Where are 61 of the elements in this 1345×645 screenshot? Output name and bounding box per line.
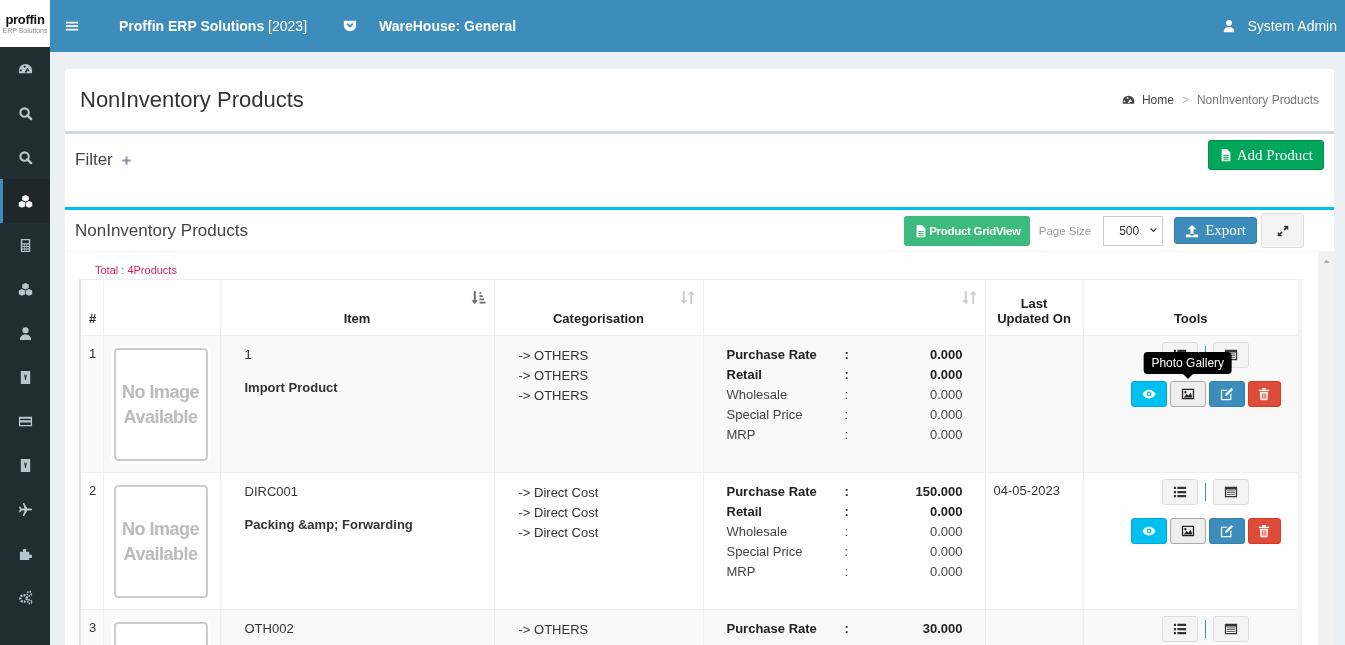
category-text: -> Direct Cost bbox=[518, 504, 600, 522]
item-name: Packing &amp; Forwarding bbox=[244, 517, 414, 532]
price-separator: : bbox=[844, 543, 850, 561]
category-text: -> OTHERS bbox=[518, 347, 590, 365]
category-text: -> OTHERS bbox=[518, 621, 590, 639]
price-label: Special Price bbox=[726, 543, 804, 561]
price-separator: : bbox=[844, 503, 850, 521]
price-value: 0.000 bbox=[928, 386, 963, 404]
updated-date: 04-05-2023 bbox=[993, 483, 1060, 498]
price-label: Purchase Rate bbox=[726, 620, 818, 638]
price-value: 0.000 bbox=[928, 366, 963, 384]
category-text: -> Direct Cost bbox=[518, 524, 600, 542]
price-value: 30.000 bbox=[921, 620, 963, 638]
price-label: Purchase Rate bbox=[726, 346, 818, 364]
panel-title: NonInventory Products bbox=[75, 220, 248, 241]
row-number: 1 bbox=[89, 346, 97, 361]
price-label: Wholesale bbox=[726, 386, 789, 404]
price-separator: : bbox=[844, 366, 850, 384]
price-label: Purchase Rate bbox=[726, 483, 818, 501]
price-label: Special Price bbox=[726, 406, 804, 424]
price-label: Retail bbox=[726, 366, 763, 384]
total-count: Total : 4Products bbox=[94, 263, 178, 278]
price-separator: : bbox=[844, 563, 850, 581]
item-code: OTH002 bbox=[244, 621, 295, 636]
price-value: 0.000 bbox=[928, 426, 963, 444]
placeholder-text: No Image Available bbox=[121, 380, 200, 429]
price-separator: : bbox=[844, 523, 850, 541]
page-title: NonInventory Products bbox=[80, 87, 304, 113]
app-title: Proffin ERP Solutions [2023] bbox=[119, 18, 308, 34]
price-value: 0.000 bbox=[928, 503, 963, 521]
price-separator: : bbox=[844, 346, 850, 364]
category-text: -> OTHERS bbox=[518, 387, 590, 405]
price-separator: : bbox=[844, 620, 850, 638]
price-value: 0.000 bbox=[928, 563, 963, 581]
category-text: -> OTHERS bbox=[518, 367, 590, 385]
warehouse-label: WareHouse: General bbox=[379, 18, 517, 34]
filter-title: Filter bbox=[75, 150, 113, 170]
row-number: 3 bbox=[89, 620, 97, 635]
price-value: 0.000 bbox=[928, 346, 963, 364]
item-code: 1 bbox=[244, 347, 253, 362]
price-label: MRP bbox=[726, 563, 757, 581]
item-code: DIRC001 bbox=[244, 484, 299, 499]
price-label: MRP bbox=[726, 426, 757, 444]
price-separator: : bbox=[844, 483, 850, 501]
price-value: 0.000 bbox=[928, 523, 963, 541]
row-number: 2 bbox=[89, 483, 97, 498]
price-separator: : bbox=[844, 386, 850, 404]
price-value: 150.000 bbox=[914, 483, 963, 501]
tooltip: Photo Gallery bbox=[1143, 352, 1233, 374]
breadcrumb-separator: > bbox=[1181, 93, 1189, 107]
page-size-label: Page Size bbox=[1038, 224, 1092, 237]
price-separator: : bbox=[844, 426, 850, 444]
price-label: Wholesale bbox=[726, 523, 789, 541]
item-name: Import Product bbox=[244, 380, 339, 395]
category-text: -> Direct Cost bbox=[518, 484, 600, 502]
price-value: 0.000 bbox=[928, 543, 963, 561]
placeholder-text: No Image Available bbox=[121, 517, 200, 566]
logo-text: proffin bbox=[5, 12, 45, 27]
price-label: Retail bbox=[726, 503, 763, 521]
price-separator: : bbox=[844, 406, 850, 424]
price-value: 0.000 bbox=[928, 406, 963, 424]
